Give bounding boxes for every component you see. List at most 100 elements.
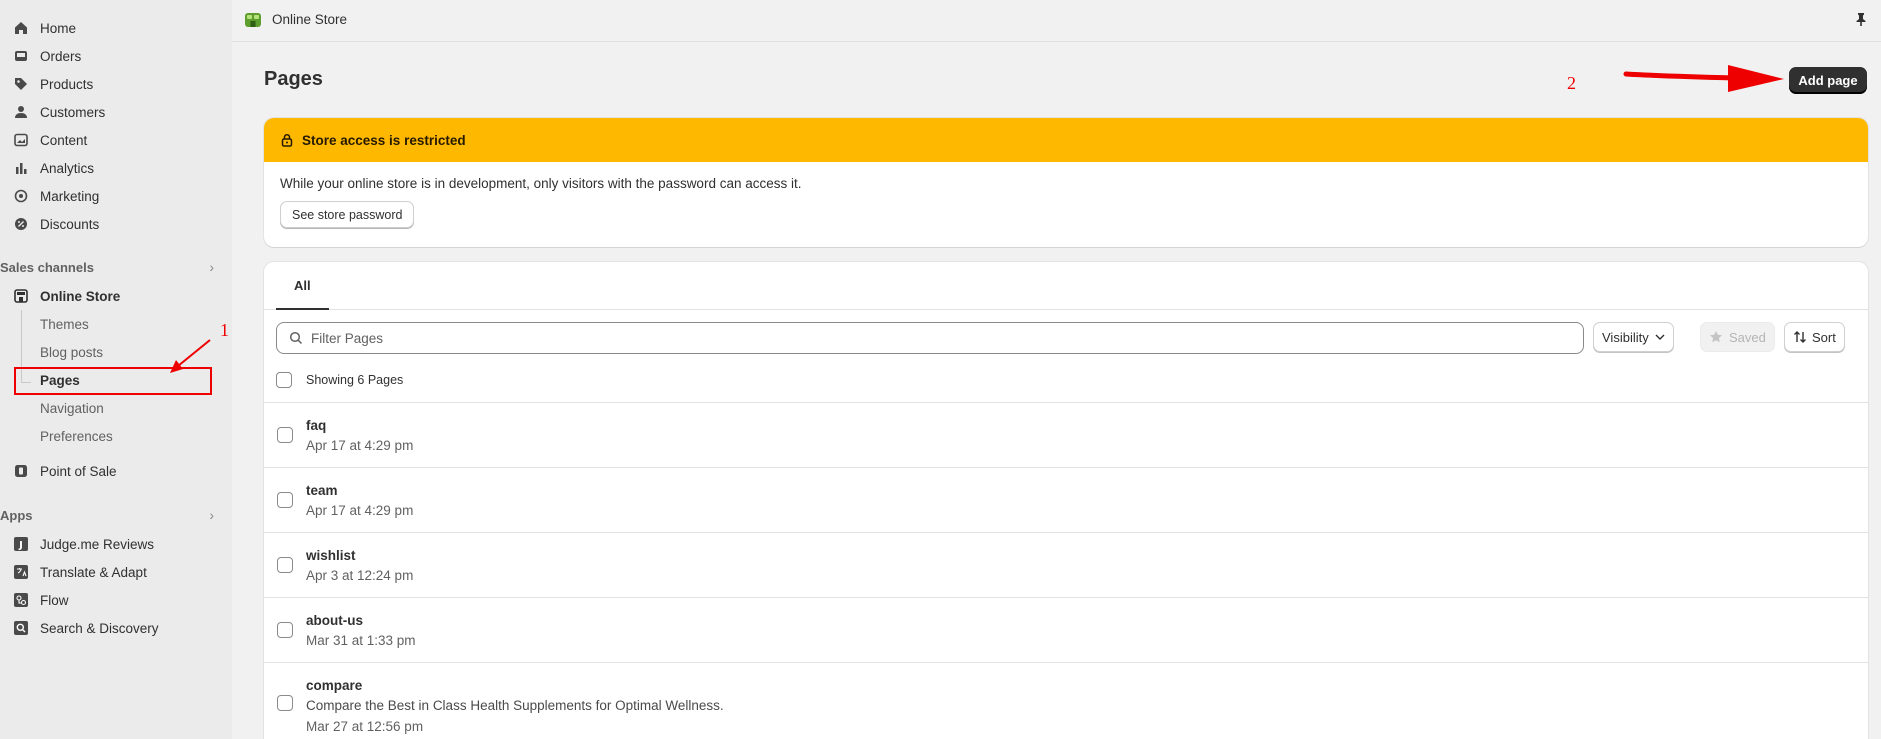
bar-chart-icon xyxy=(12,159,30,177)
nav-search-discovery[interactable]: Search & Discovery xyxy=(12,615,159,641)
page-date: Apr 17 at 4:29 pm xyxy=(306,503,414,518)
page-name[interactable]: about-us xyxy=(306,613,363,628)
annotation-arrow-2 xyxy=(1623,65,1784,92)
page-name[interactable]: faq xyxy=(306,418,326,433)
chevron-right-icon: › xyxy=(209,507,214,523)
topbar: Online Store xyxy=(232,0,1881,42)
image-icon xyxy=(12,131,30,149)
filter-pages-input[interactable] xyxy=(311,330,1511,346)
page-name[interactable]: compare xyxy=(306,678,362,693)
table-row[interactable]: compare Compare the Best in Class Health… xyxy=(264,662,1868,739)
search-field[interactable] xyxy=(276,322,1584,354)
see-store-password-button[interactable]: See store password xyxy=(280,201,415,228)
nav-products-label: Products xyxy=(40,76,94,92)
person-icon xyxy=(12,103,30,121)
nav-orders[interactable]: Orders xyxy=(12,43,81,69)
table-row[interactable]: wishlist Apr 3 at 12:24 pm xyxy=(264,532,1868,597)
banner-header: Store access is restricted xyxy=(264,118,1868,162)
pos-icon xyxy=(12,462,30,480)
page-name[interactable]: team xyxy=(306,483,338,498)
nav-online-store-label: Online Store xyxy=(40,288,121,304)
home-icon xyxy=(12,19,30,37)
table-row[interactable]: team Apr 17 at 4:29 pm xyxy=(264,467,1868,532)
nav-search-discovery-label: Search & Discovery xyxy=(40,620,159,636)
pin-icon[interactable] xyxy=(1855,12,1867,29)
sub-item-preferences[interactable]: Preferences xyxy=(40,424,113,448)
row-checkbox[interactable] xyxy=(277,557,293,573)
topbar-title: Online Store xyxy=(272,12,348,27)
annotation-number-1: 1 xyxy=(220,320,229,340)
nav-marketing[interactable]: Marketing xyxy=(12,183,99,209)
sub-item-blog-posts[interactable]: Blog posts xyxy=(40,340,103,364)
nav-content-label: Content xyxy=(40,132,88,148)
saved-button[interactable]: Saved xyxy=(1700,322,1775,352)
page-name[interactable]: wishlist xyxy=(306,548,356,563)
svg-text:J: J xyxy=(18,540,23,551)
showing-count: Showing 6 Pages xyxy=(306,373,404,387)
nav-home-label: Home xyxy=(40,20,77,36)
select-all-checkbox[interactable] xyxy=(276,372,292,388)
nav-discounts-label: Discounts xyxy=(40,216,100,232)
tab-all[interactable]: All xyxy=(276,262,329,310)
nav-judgeme[interactable]: J Judge.me Reviews xyxy=(12,531,154,557)
search-icon xyxy=(289,331,303,345)
tab-bar: All xyxy=(264,262,1868,310)
banner-body: While your online store is in developmen… xyxy=(264,162,1868,242)
visibility-label: Visibility xyxy=(1602,329,1649,345)
search-discovery-icon xyxy=(12,619,30,637)
add-page-button[interactable]: Add page xyxy=(1789,67,1867,93)
apps-label: Apps xyxy=(0,507,33,523)
sub-item-navigation[interactable]: Navigation xyxy=(40,396,104,420)
chevron-down-icon xyxy=(1655,334,1665,340)
nav-content[interactable]: Content xyxy=(12,127,87,153)
table-row[interactable]: about-us Mar 31 at 1:33 pm xyxy=(264,597,1868,662)
nav-customers[interactable]: Customers xyxy=(12,99,105,125)
page-date: Apr 3 at 12:24 pm xyxy=(306,568,414,583)
sales-channels-label: Sales channels xyxy=(0,259,94,275)
nav-discounts[interactable]: Discounts xyxy=(12,211,99,237)
page-description: Compare the Best in Class Health Supplem… xyxy=(306,698,724,713)
chevron-right-icon: › xyxy=(209,259,214,275)
sort-label: Sort xyxy=(1812,329,1836,345)
filter-bar: Visibility Saved Sort xyxy=(276,322,1856,354)
nav-online-store[interactable]: Online Store xyxy=(12,283,120,309)
banner-message: While your online store is in developmen… xyxy=(280,176,802,191)
lock-icon xyxy=(280,133,294,147)
sales-channels-heading[interactable]: Sales channels › xyxy=(0,257,220,277)
star-icon xyxy=(1709,330,1723,344)
page-date: Mar 31 at 1:33 pm xyxy=(306,633,416,648)
discount-icon xyxy=(12,215,30,233)
sub-item-themes[interactable]: Themes xyxy=(40,312,89,336)
nav-orders-label: Orders xyxy=(40,48,82,64)
row-checkbox[interactable] xyxy=(277,695,293,711)
nav-customers-label: Customers xyxy=(40,104,106,120)
nav-point-of-sale[interactable]: Point of Sale xyxy=(12,458,117,484)
nav-translate[interactable]: Translate & Adapt xyxy=(12,559,147,585)
nav-analytics-label: Analytics xyxy=(40,160,95,176)
row-checkbox[interactable] xyxy=(277,622,293,638)
apps-heading[interactable]: Apps › xyxy=(0,505,220,525)
nav-home[interactable]: Home xyxy=(12,15,76,41)
nav-products[interactable]: Products xyxy=(12,71,93,97)
nav-analytics[interactable]: Analytics xyxy=(12,155,94,181)
nav-flow[interactable]: Flow xyxy=(12,587,69,613)
judgeme-icon: J xyxy=(12,535,30,553)
row-checkbox[interactable] xyxy=(277,427,293,443)
nav-judgeme-label: Judge.me Reviews xyxy=(40,536,155,552)
pages-card: All Visibility Saved Sort Showing 6 Page… xyxy=(264,262,1868,739)
table-row[interactable]: faq Apr 17 at 4:29 pm xyxy=(264,402,1868,467)
saved-label: Saved xyxy=(1729,329,1766,345)
row-checkbox[interactable] xyxy=(277,492,293,508)
page-date: Apr 17 at 4:29 pm xyxy=(306,438,414,453)
nav-translate-label: Translate & Adapt xyxy=(40,564,147,580)
tag-icon xyxy=(12,75,30,93)
annotation-highlight-box xyxy=(14,367,212,395)
select-all-row: Showing 6 Pages xyxy=(276,370,403,390)
online-store-logo-icon xyxy=(244,11,262,29)
sort-button[interactable]: Sort xyxy=(1784,322,1845,352)
store-restricted-banner: Store access is restricted While your on… xyxy=(264,118,1868,247)
page-title: Pages xyxy=(264,68,323,90)
visibility-filter-button[interactable]: Visibility xyxy=(1593,322,1674,352)
nav-flow-label: Flow xyxy=(40,592,69,608)
inbox-icon xyxy=(12,47,30,65)
